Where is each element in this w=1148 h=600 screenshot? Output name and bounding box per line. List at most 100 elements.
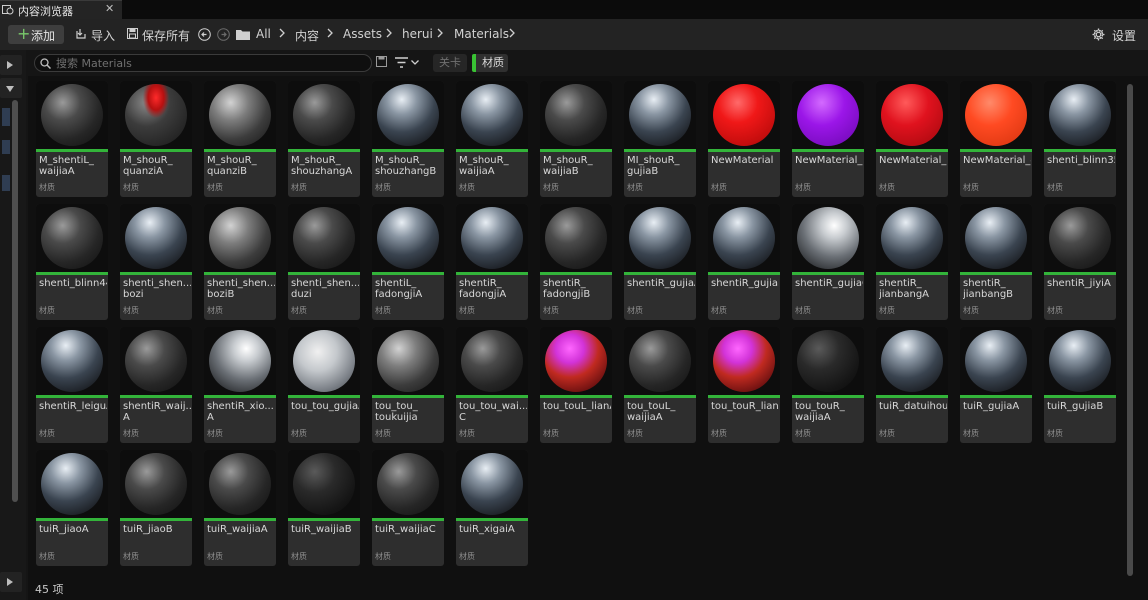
asset-thumbnail [120, 327, 192, 395]
asset-tile[interactable]: tou_touR_ waijiaA 材质 [792, 327, 864, 443]
collections-expand-button[interactable] [0, 572, 22, 592]
asset-tile[interactable]: M_shouR_ shouzhangB 材质 [372, 81, 444, 197]
asset-thumbnail [120, 450, 192, 518]
rail-scrollbar[interactable] [12, 100, 18, 502]
breadcrumb-assets[interactable]: Assets [343, 27, 382, 41]
asset-tile[interactable]: tuiR_jiaoA 材质 [36, 450, 108, 566]
asset-tile[interactable]: M_shouR_ waijiaB 材质 [540, 81, 612, 197]
asset-thumbnail [876, 81, 948, 149]
back-arrow-icon[interactable] [198, 28, 211, 41]
tab-content-browser[interactable]: 内容浏览器 ✕ [0, 0, 122, 19]
add-button[interactable]: + 添加 [8, 25, 64, 44]
tab-close-icon[interactable]: ✕ [105, 2, 114, 15]
asset-tile[interactable]: tuiR_jiaoB 材质 [120, 450, 192, 566]
sources-collapse-button[interactable] [0, 78, 22, 98]
asset-name-line2: fadongjiA [375, 289, 423, 300]
settings-button[interactable]: 设置 [1090, 25, 1142, 44]
asset-type-color-bar [456, 518, 528, 521]
asset-name-line2: waijiaA [795, 412, 831, 423]
asset-type-label: 材质 [543, 306, 559, 315]
asset-tile[interactable]: shentiR_ fadongjiB 材质 [540, 204, 612, 320]
save-all-button[interactable]: 保存所有 [127, 25, 190, 44]
asset-tile[interactable]: shentiR_gujiaA 材质 [624, 204, 696, 320]
filter-button[interactable] [395, 55, 423, 71]
asset-type-color-bar [36, 272, 108, 275]
asset-tile[interactable]: tuiR_waijiaC 材质 [372, 450, 444, 566]
asset-tile[interactable]: tuiR_gujiaB 材质 [1044, 327, 1116, 443]
material-sphere-preview [41, 207, 103, 269]
asset-tile[interactable]: MI_shouR_ gujiaB 材质 [624, 81, 696, 197]
breadcrumb-content[interactable]: 内容 [295, 27, 319, 44]
asset-tile[interactable]: shentiR_jiyiA 材质 [1044, 204, 1116, 320]
asset-thumbnail [708, 204, 780, 272]
folder-icon[interactable] [236, 29, 250, 40]
filter-tag-level[interactable]: 关卡 [433, 54, 467, 72]
breadcrumb-herui[interactable]: herui [402, 27, 433, 41]
forward-arrow-icon[interactable] [217, 28, 230, 41]
asset-type-label: 材质 [543, 429, 559, 438]
search-box[interactable] [34, 54, 372, 72]
chevron-right-icon[interactable] [278, 27, 286, 39]
chevron-right-icon[interactable] [385, 27, 393, 39]
asset-type-label: 材质 [207, 306, 223, 315]
save-search-icon[interactable] [376, 56, 387, 67]
asset-type-color-bar [1044, 272, 1116, 275]
asset-tile[interactable]: tou_tou_gujiaA 材质 [288, 327, 360, 443]
breadcrumb-all[interactable]: All [256, 27, 271, 41]
filter-tag-material[interactable]: 材质 [472, 54, 508, 72]
asset-tile[interactable]: M_shouR_ quanziA 材质 [120, 81, 192, 197]
asset-name-line2: shouzhangA [291, 166, 353, 177]
asset-tile[interactable]: tou_touR_lianA 材质 [708, 327, 780, 443]
asset-type-label: 材质 [459, 429, 475, 438]
sources-expand-button[interactable] [0, 55, 22, 75]
asset-tile[interactable]: tou_tou_wai... C 材质 [456, 327, 528, 443]
asset-scrollbar[interactable] [1127, 84, 1133, 576]
asset-type-label: 材质 [39, 429, 55, 438]
import-button[interactable]: 导入 [75, 25, 115, 44]
asset-tile[interactable]: shenti_blinn44 材质 [36, 204, 108, 320]
asset-tile[interactable]: tuiR_xigaiA 材质 [456, 450, 528, 566]
asset-tile[interactable]: shentiR_leiguA 材质 [36, 327, 108, 443]
asset-type-color-bar [1044, 149, 1116, 152]
asset-tile[interactable]: tuiR_waijiaA 材质 [204, 450, 276, 566]
asset-thumbnail [36, 204, 108, 272]
chevron-right-icon[interactable] [326, 27, 334, 39]
asset-tile[interactable]: M_shouR_ quanziB 材质 [204, 81, 276, 197]
asset-tile[interactable]: NewMaterial_2 材质 [792, 81, 864, 197]
asset-tile[interactable]: shentiL_ fadongjiA 材质 [372, 204, 444, 320]
asset-tile[interactable]: shentiR_gujiaC 材质 [792, 204, 864, 320]
asset-type-color-bar [288, 518, 360, 521]
asset-tile[interactable]: shentiR_ jianbangB 材质 [960, 204, 1032, 320]
asset-tile[interactable]: shentiR_waij... A 材质 [120, 327, 192, 443]
asset-tile[interactable]: tou_touL_ waijiaA 材质 [624, 327, 696, 443]
asset-tile[interactable]: shenti_shen... boziB 材质 [204, 204, 276, 320]
asset-tile[interactable]: shenti_shen... duzi 材质 [288, 204, 360, 320]
asset-tile[interactable]: shentiR_gujiaB 材质 [708, 204, 780, 320]
asset-tile[interactable]: NewMaterial 材质 [708, 81, 780, 197]
search-input[interactable] [56, 56, 356, 70]
asset-type-color-bar [456, 149, 528, 152]
asset-tile[interactable]: M_shentiL_ waijiaA 材质 [36, 81, 108, 197]
asset-tile[interactable]: M_shouR_ shouzhangA 材质 [288, 81, 360, 197]
asset-thumbnail [204, 81, 276, 149]
asset-tile[interactable]: tou_tou_ toukuijia 材质 [372, 327, 444, 443]
asset-thumbnail [456, 204, 528, 272]
chevron-right-icon[interactable] [508, 27, 516, 39]
breadcrumb-materials[interactable]: Materials [454, 27, 509, 41]
asset-tile[interactable]: tuiR_gujiaA 材质 [960, 327, 1032, 443]
asset-tile[interactable]: tuiR_waijiaB 材质 [288, 450, 360, 566]
asset-name-line2: bozi [123, 289, 144, 300]
asset-tile[interactable]: shentiR_ fadongjiA 材质 [456, 204, 528, 320]
chevron-right-icon[interactable] [436, 27, 444, 39]
asset-tile[interactable]: M_shouR_ waijiaA 材质 [456, 81, 528, 197]
asset-tile[interactable]: shentiR_xio... A 材质 [204, 327, 276, 443]
asset-tile[interactable]: shenti_shen... bozi 材质 [120, 204, 192, 320]
asset-name: M_shouR_ [123, 155, 173, 166]
asset-tile[interactable]: NewMaterial_3 材质 [876, 81, 948, 197]
asset-tile[interactable]: shentiR_ jianbangA 材质 [876, 204, 948, 320]
asset-tile[interactable]: shenti_blinn35 材质 [1044, 81, 1116, 197]
asset-tile[interactable]: tuiR_datuihouA 材质 [876, 327, 948, 443]
asset-name-line2: A [207, 412, 214, 423]
asset-tile[interactable]: NewMaterial_4 材质 [960, 81, 1032, 197]
asset-tile[interactable]: tou_touL_lianA 材质 [540, 327, 612, 443]
